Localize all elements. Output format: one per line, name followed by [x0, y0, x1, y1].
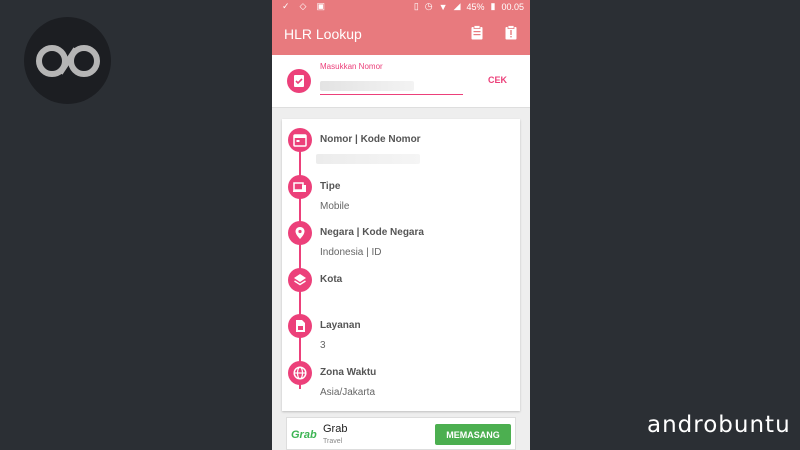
- calendar-icon: [288, 128, 312, 152]
- result-card: Nomor | Kode Nomor Tipe Mobile Negara | …: [282, 119, 520, 411]
- site-logo: [24, 17, 111, 104]
- detail-label: Negara | Kode Negara: [320, 227, 424, 238]
- info-icon[interactable]: [505, 25, 517, 40]
- ad-category: Travel: [323, 438, 343, 445]
- detail-item-city: Kota: [282, 263, 520, 309]
- brand-watermark: androbuntu: [647, 412, 791, 438]
- check-button[interactable]: CEK: [488, 75, 507, 85]
- alarm-icon: ◷: [424, 1, 433, 11]
- clipboard-check-icon: [287, 69, 311, 93]
- clock: 00.05: [501, 1, 524, 12]
- detail-item-number: Nomor | Kode Nomor: [282, 123, 520, 169]
- redacted-value: [316, 154, 420, 164]
- signal-icon: ◢: [453, 1, 461, 11]
- wifi-icon: ◇: [299, 1, 307, 11]
- clipboard-icon[interactable]: [471, 25, 483, 40]
- layers-icon: [288, 268, 312, 292]
- detail-label: Nomor | Kode Nomor: [320, 134, 421, 145]
- redacted-number: [320, 81, 414, 91]
- vibrate-icon: ▯: [413, 1, 419, 11]
- globe-icon: [288, 361, 312, 385]
- detail-value: Asia/Jakarta: [320, 387, 376, 398]
- infinity-logo-icon: [36, 45, 100, 77]
- detail-item-type: Tipe Mobile: [282, 170, 520, 216]
- detail-item-country: Negara | Kode Negara Indonesia | ID: [282, 216, 520, 262]
- ad-logo: Grab: [291, 429, 317, 441]
- detail-label: Tipe: [320, 181, 341, 192]
- input-label: Masukkan Nomor: [320, 62, 383, 71]
- status-bar: ✓ ◇ ▣ ▯ ◷ ▼ ◢ 45% ▮ 00.05: [272, 0, 530, 13]
- image-icon: ▣: [316, 1, 325, 11]
- location-pin-icon: [288, 221, 312, 245]
- number-input-panel: Masukkan Nomor CEK: [272, 55, 530, 108]
- app-bar: HLR Lookup: [272, 13, 530, 55]
- detail-label: Kota: [320, 274, 343, 285]
- sim-card-icon: [288, 314, 312, 338]
- devices-icon: [288, 175, 312, 199]
- install-button[interactable]: MEMASANG: [435, 424, 511, 445]
- detail-value: 3: [320, 340, 326, 351]
- detail-label: Zona Waktu: [320, 367, 377, 378]
- battery-percent: 45%: [466, 1, 485, 12]
- detail-value: Mobile: [320, 201, 350, 212]
- detail-item-service: Layanan 3: [282, 309, 520, 355]
- ad-app-name: Grab: [323, 423, 348, 435]
- wifi-icon: ▼: [438, 1, 448, 12]
- detail-item-timezone: Zona Waktu Asia/Jakarta: [282, 356, 520, 402]
- battery-icon: ▮: [490, 1, 496, 11]
- app-title: HLR Lookup: [284, 26, 362, 42]
- detail-value: Indonesia | ID: [320, 247, 382, 258]
- detail-label: Layanan: [320, 320, 361, 331]
- ad-banner[interactable]: Grab Grab Travel MEMASANG: [286, 417, 516, 450]
- phone-screen: ✓ ◇ ▣ ▯ ◷ ▼ ◢ 45% ▮ 00.05 HLR Lookup Mas…: [272, 0, 530, 450]
- check-icon: ✓: [282, 1, 290, 11]
- phone-number-input[interactable]: [320, 77, 463, 95]
